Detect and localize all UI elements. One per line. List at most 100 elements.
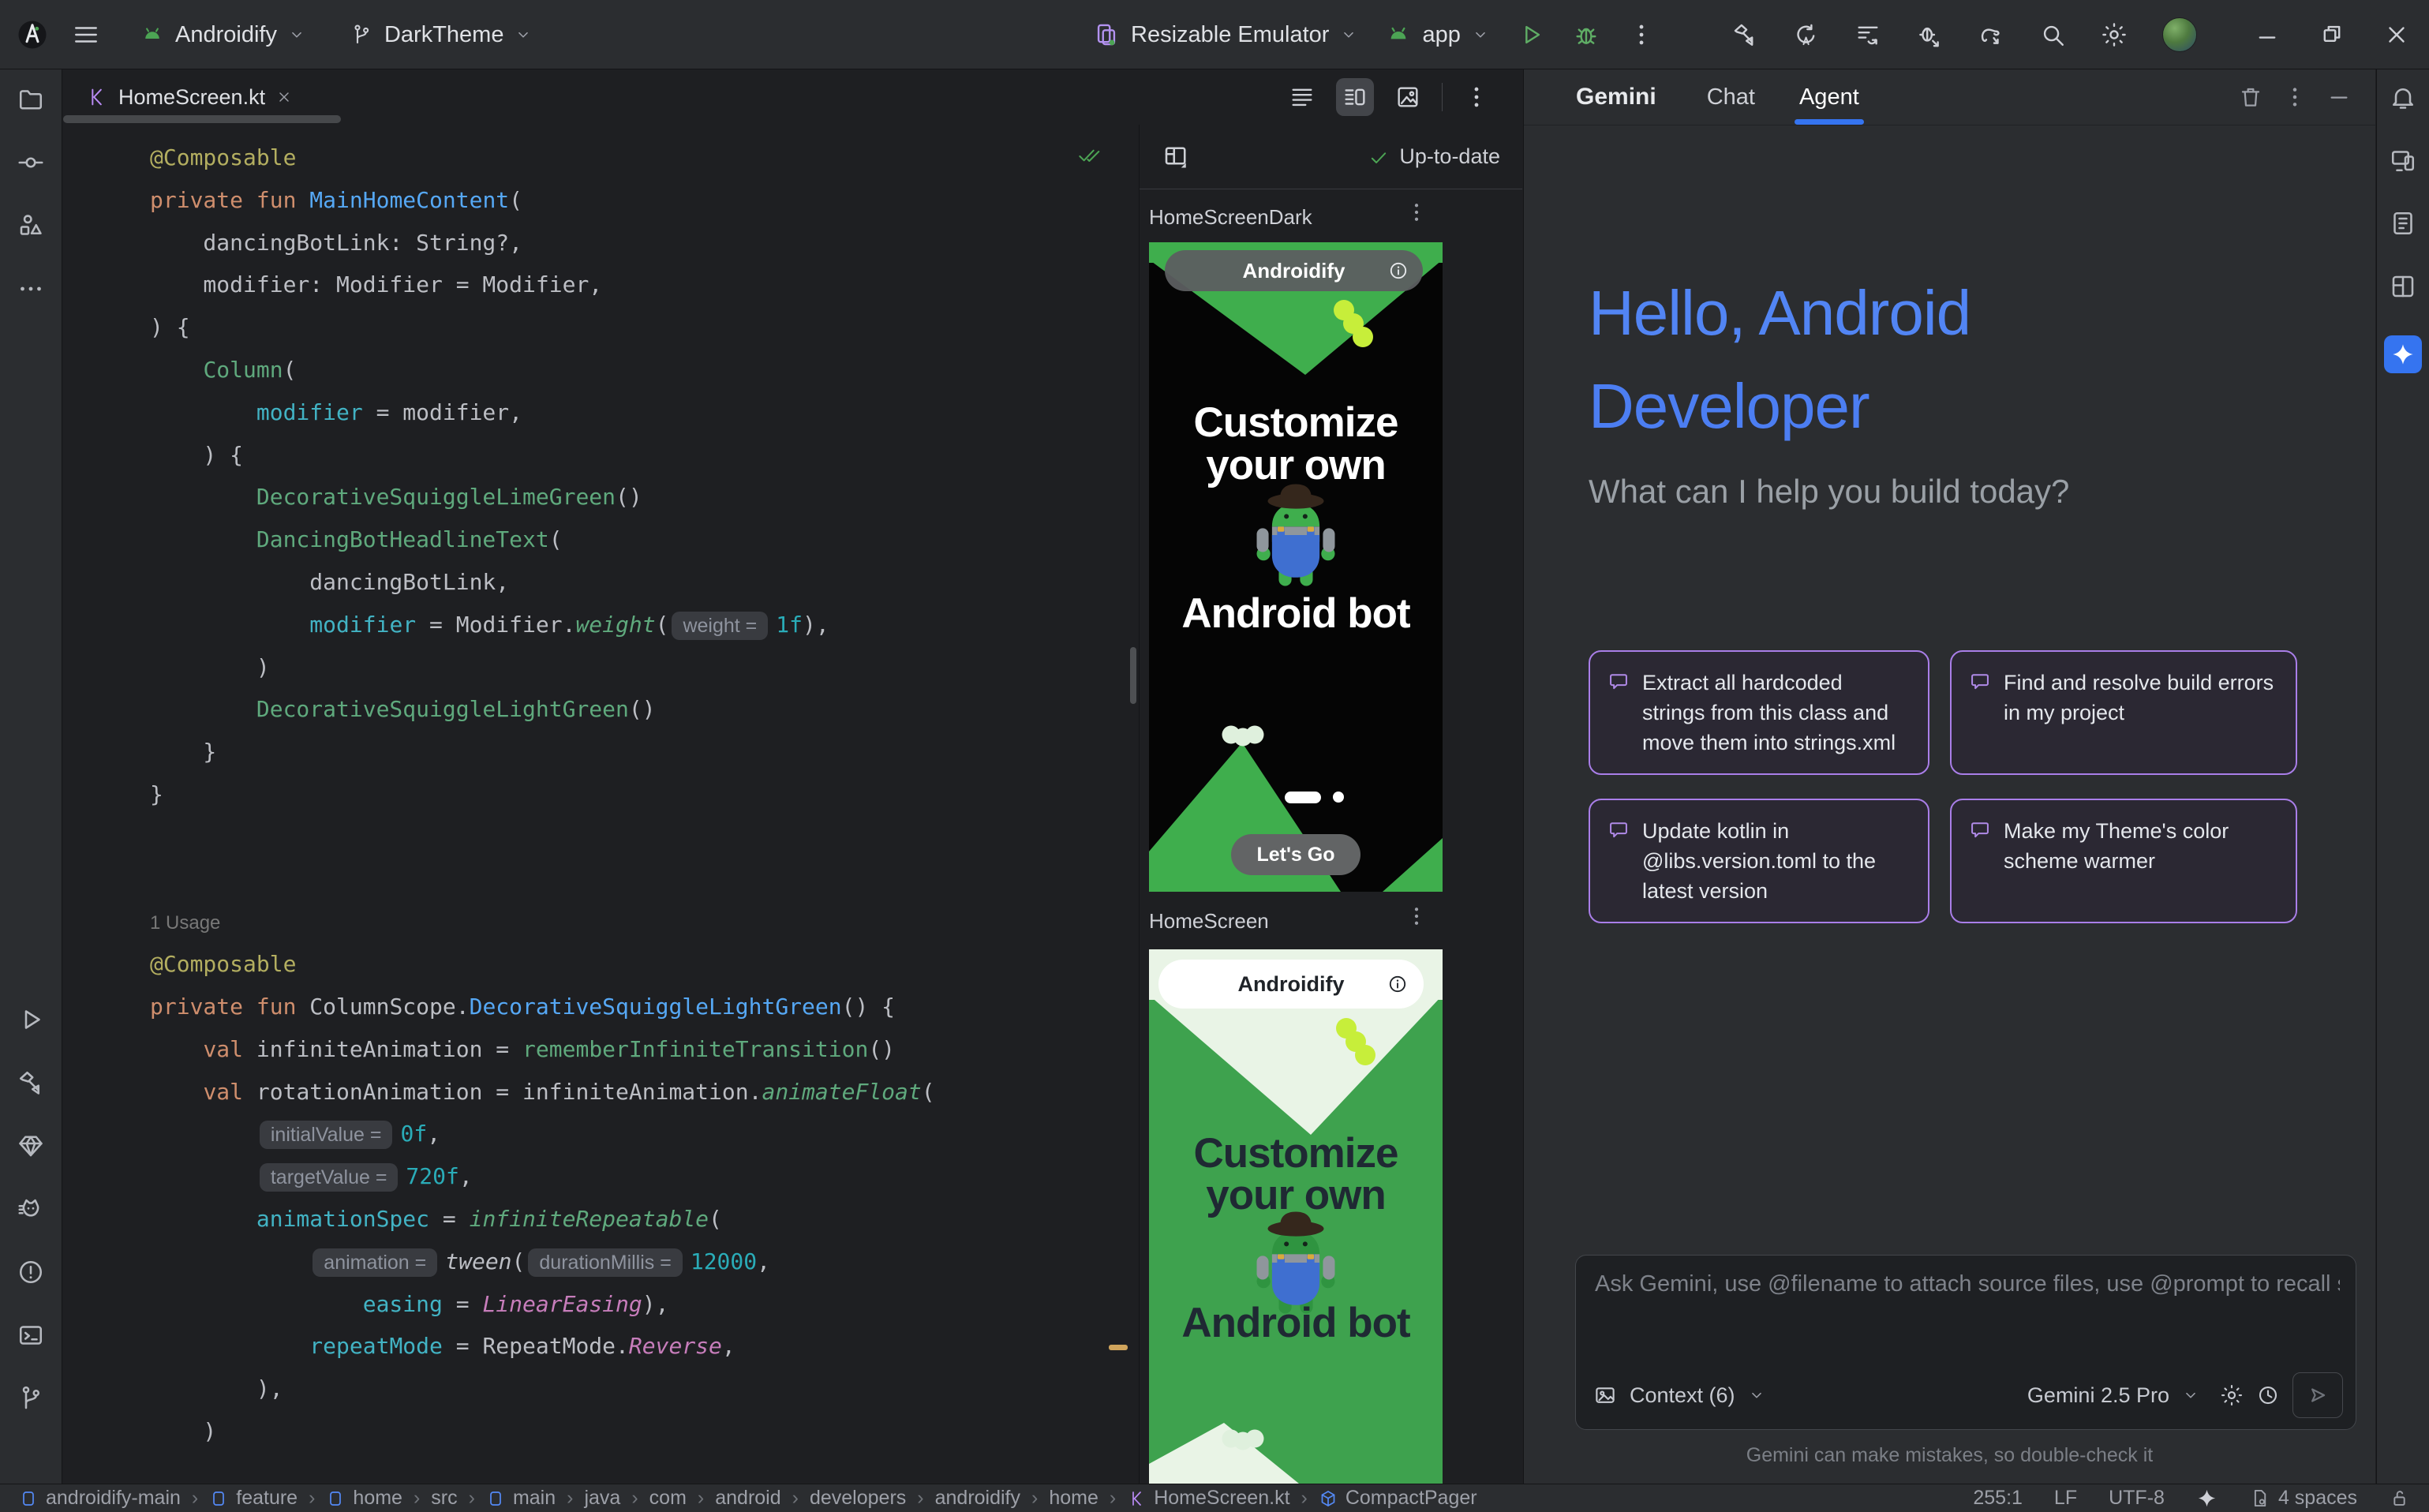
main-menu-icon[interactable] — [73, 21, 99, 48]
settings-icon[interactable] — [2101, 21, 2128, 48]
gem-tool-icon[interactable] — [17, 1132, 45, 1160]
terminal-tool-icon[interactable] — [17, 1321, 45, 1349]
inspections-ok-icon[interactable] — [1076, 142, 1101, 167]
sync-project-icon[interactable] — [1793, 21, 1820, 48]
breadcrumb-androidify-main[interactable]: androidify-main — [19, 1487, 181, 1510]
folder-tool-icon[interactable] — [17, 85, 45, 114]
code-line[interactable]: repeatMode = RepeatMode.Reverse, — [150, 1325, 1139, 1368]
breadcrumb-android[interactable]: android — [715, 1487, 780, 1510]
preview-dark-phone[interactable]: Androidify Customize your own — [1149, 242, 1443, 892]
code-line[interactable]: dancingBotLink, — [150, 561, 1139, 604]
code-line[interactable]: val rotationAnimation = infiniteAnimatio… — [150, 1071, 1139, 1113]
code-line[interactable]: initialValue =0f, — [150, 1113, 1139, 1155]
project-selector[interactable]: Androidify — [140, 22, 305, 48]
breadcrumb-com[interactable]: com — [649, 1487, 687, 1510]
code-line[interactable]: @Composable — [150, 137, 1139, 179]
tab-agent[interactable]: Agent — [1799, 69, 1859, 125]
gemini-more-icon[interactable] — [2282, 84, 2307, 110]
code-line[interactable]: modifier = Modifier.weight(weight =1f), — [150, 604, 1139, 646]
caret-position[interactable]: 255:1 — [1973, 1487, 2023, 1510]
code-line[interactable]: } — [150, 731, 1139, 773]
code-view-icon[interactable] — [1289, 84, 1316, 110]
inspection-tool-icon[interactable] — [2389, 209, 2417, 238]
build-hammer-icon[interactable] — [1731, 21, 1758, 48]
avatar[interactable] — [2162, 17, 2197, 52]
history-icon[interactable] — [2256, 1383, 2280, 1407]
run-play-tool-icon[interactable] — [17, 1005, 45, 1034]
code-line[interactable] — [150, 859, 1139, 901]
close-tab-icon[interactable] — [276, 89, 292, 105]
context-selector[interactable]: Context (6) — [1630, 1383, 1735, 1408]
running-devices-tool-icon[interactable] — [2389, 146, 2417, 174]
code-line[interactable]: @Composable — [150, 943, 1139, 986]
design-view-icon[interactable] — [1394, 84, 1421, 110]
suggestion-card[interactable]: Find and resolve build errors in my proj… — [1950, 650, 2297, 775]
clear-chat-icon[interactable] — [2238, 84, 2263, 110]
preview-light-menu-icon[interactable] — [1405, 904, 1428, 928]
code-line[interactable]: 1 Usage — [150, 900, 1139, 943]
resources-tool-icon[interactable] — [17, 211, 45, 240]
lets-go-button[interactable]: Let's Go — [1231, 834, 1360, 875]
suggestion-card[interactable]: Update kotlin in @libs.version.toml to t… — [1589, 799, 1929, 923]
info-icon[interactable] — [1387, 974, 1408, 994]
suggestion-card[interactable]: Make my Theme's color scheme warmer — [1950, 799, 2297, 923]
branch-selector[interactable]: DarkTheme — [350, 22, 533, 48]
bell-tool-icon[interactable] — [2389, 83, 2417, 111]
code-line[interactable]: private fun ColumnScope.DecorativeSquigg… — [150, 986, 1139, 1028]
code-line[interactable]: ) — [150, 1410, 1139, 1453]
code-line[interactable]: ) { — [150, 306, 1139, 349]
breadcrumb-main[interactable]: main — [486, 1487, 556, 1510]
gemini-status-icon[interactable] — [2196, 1488, 2218, 1509]
preview-layout-icon[interactable] — [1162, 143, 1190, 171]
logcat-cat-tool-icon[interactable] — [17, 1195, 45, 1223]
code-line[interactable]: animation =tween(durationMillis =12000, — [150, 1241, 1139, 1283]
restore-button[interactable] — [2319, 21, 2345, 48]
breadcrumb-feature[interactable]: feature — [209, 1487, 298, 1510]
branch-tool-icon[interactable] — [17, 1384, 45, 1413]
search-icon[interactable] — [2039, 21, 2066, 48]
code-line[interactable]: private fun MainHomeContent( — [150, 179, 1139, 222]
commit-tool-icon[interactable] — [17, 148, 45, 177]
code-line[interactable]: modifier = modifier, — [150, 391, 1139, 434]
code-editor[interactable]: @Composableprivate fun MainHomeContent( … — [63, 125, 1139, 1484]
code-line[interactable]: } — [150, 773, 1139, 816]
tab-chat[interactable]: Chat — [1707, 69, 1755, 125]
preview-name-dark[interactable]: HomeScreenDark — [1149, 205, 1312, 230]
build-hammer-tool-icon[interactable] — [17, 1069, 45, 1097]
problems-tool-icon[interactable] — [17, 1258, 45, 1286]
debug-button[interactable] — [1573, 21, 1600, 48]
close-button[interactable] — [2383, 21, 2410, 48]
breadcrumb-java[interactable]: java — [584, 1487, 620, 1510]
run-button[interactable] — [1518, 21, 1544, 48]
file-encoding[interactable]: UTF-8 — [2109, 1487, 2165, 1510]
code-line[interactable]: DecorativeSquiggleLimeGreen() — [150, 476, 1139, 518]
split-view-selected[interactable] — [1336, 78, 1374, 116]
gemini-settings-icon[interactable] — [2220, 1383, 2244, 1407]
editor-more-icon[interactable] — [1463, 84, 1490, 110]
gemini-tool-active[interactable] — [2384, 335, 2422, 373]
attach-image-icon[interactable] — [1593, 1383, 1617, 1407]
gemini-input[interactable]: Ask Gemini, use @filename to attach sour… — [1595, 1271, 2340, 1297]
code-line[interactable]: targetValue =720f, — [150, 1155, 1139, 1198]
info-icon[interactable] — [1388, 260, 1409, 281]
editor-scrollbar[interactable] — [1130, 647, 1136, 704]
code-line[interactable]: animationSpec = infiniteRepeatable( — [150, 1198, 1139, 1241]
code-line[interactable]: easing = LinearEasing), — [150, 1283, 1139, 1326]
breadcrumb-HomeScreen.kt[interactable]: HomeScreen.kt — [1127, 1487, 1289, 1510]
code-line[interactable]: ) — [150, 646, 1139, 689]
breadcrumb-home[interactable]: home — [326, 1487, 402, 1510]
more-actions-icon[interactable] — [1628, 21, 1655, 48]
line-separator[interactable]: LF — [2054, 1487, 2077, 1510]
code-line[interactable]: Column( — [150, 349, 1139, 391]
profiler-icon[interactable] — [1854, 21, 1881, 48]
run-configuration-selector[interactable]: app — [1386, 22, 1488, 48]
tab-scroll-indicator[interactable] — [63, 115, 341, 123]
breadcrumb-developers[interactable]: developers — [810, 1487, 906, 1510]
model-selector[interactable]: Gemini 2.5 Pro — [2027, 1383, 2169, 1408]
gradle-sync-icon[interactable] — [1978, 21, 2004, 48]
breadcrumb-androidify[interactable]: androidify — [935, 1487, 1020, 1510]
more-tool-icon[interactable] — [17, 275, 45, 303]
preview-name-light[interactable]: HomeScreen — [1149, 909, 1269, 934]
breadcrumb-CompactPager[interactable]: CompactPager — [1319, 1487, 1477, 1510]
breadcrumb-src[interactable]: src — [431, 1487, 457, 1510]
